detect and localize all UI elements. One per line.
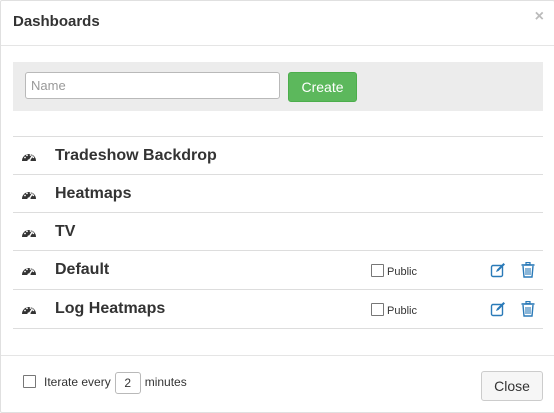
dashboard-row: Default Public bbox=[13, 250, 543, 289]
dashboard-name[interactable]: Heatmaps bbox=[55, 185, 131, 203]
dashboard-name-input[interactable] bbox=[25, 72, 280, 99]
dashboard-name[interactable]: Tradeshow Backdrop bbox=[55, 147, 217, 165]
public-toggle[interactable]: Public bbox=[371, 264, 417, 278]
modal-title: Dashboards bbox=[13, 13, 100, 30]
dashboard-list: Tradeshow Backdrop Heatmaps TV Default P… bbox=[13, 136, 543, 329]
close-button[interactable]: Close bbox=[481, 371, 543, 401]
edit-icon[interactable] bbox=[490, 262, 506, 278]
dashboard-name[interactable]: Log Heatmaps bbox=[55, 300, 165, 318]
dashboard-icon bbox=[22, 307, 36, 316]
dashboard-icon bbox=[22, 192, 36, 201]
public-toggle[interactable]: Public bbox=[371, 303, 417, 317]
edit-icon[interactable] bbox=[490, 301, 506, 317]
modal-footer: Iterate every 2 minutes Close bbox=[1, 355, 554, 413]
public-checkbox[interactable] bbox=[371, 303, 384, 316]
public-label: Public bbox=[387, 305, 417, 317]
create-button[interactable]: Create bbox=[288, 72, 357, 102]
trash-icon[interactable] bbox=[521, 262, 535, 278]
dashboard-row: Tradeshow Backdrop bbox=[13, 136, 543, 174]
public-label: Public bbox=[387, 266, 417, 278]
dashboard-icon bbox=[22, 230, 36, 239]
iterate-checkbox[interactable] bbox=[23, 375, 36, 388]
iterate-minutes-input[interactable]: 2 bbox=[114, 372, 141, 394]
dashboard-row: Heatmaps bbox=[13, 174, 543, 212]
dashboard-icon bbox=[22, 268, 36, 277]
modal-header: Dashboards × bbox=[1, 1, 554, 46]
dashboard-name[interactable]: TV bbox=[55, 223, 75, 241]
close-icon[interactable]: × bbox=[535, 9, 544, 25]
dashboard-row: TV bbox=[13, 212, 543, 250]
iterate-control: Iterate every 2 minutes bbox=[23, 372, 187, 394]
dashboard-name[interactable]: Default bbox=[55, 261, 109, 279]
public-checkbox[interactable] bbox=[371, 264, 384, 277]
iterate-prefix: Iterate every bbox=[44, 375, 111, 389]
dashboard-icon bbox=[22, 154, 36, 163]
dashboard-row: Log Heatmaps Public bbox=[13, 289, 543, 329]
create-dashboard-bar: Create bbox=[13, 62, 543, 111]
iterate-suffix: minutes bbox=[144, 375, 187, 389]
dashboards-modal: Dashboards × Create Tradeshow Backdrop H… bbox=[0, 0, 554, 413]
trash-icon[interactable] bbox=[521, 301, 535, 317]
